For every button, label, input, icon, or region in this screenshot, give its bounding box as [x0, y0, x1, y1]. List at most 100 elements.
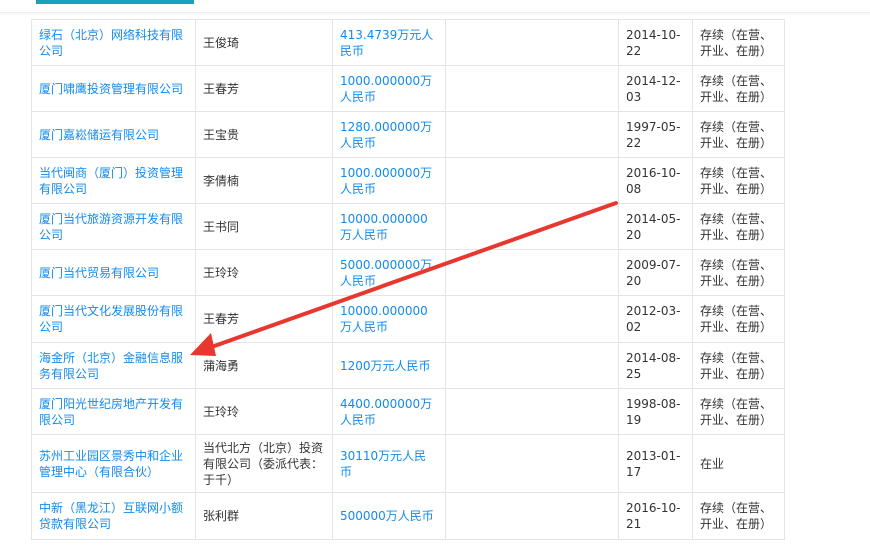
establish-date: 2013-01-17	[626, 448, 681, 479]
registered-capital: 1000.000000万人民币	[340, 165, 433, 196]
registered-capital-cell: 4400.000000万人民币	[332, 388, 446, 435]
establish-date: 2014-12-03	[626, 73, 681, 104]
registered-capital: 413.4739万元人民币	[340, 27, 434, 58]
business-status: 存续（在营、开业、在册）	[700, 396, 773, 427]
investment-table-body: 绿石（北京）网络科技有限公司 王俊琦 413.4739万元人民币 2014-10-22…	[31, 19, 785, 540]
establish-date: 2014-08-25	[626, 350, 681, 381]
establish-date-cell: 1998-08-19	[618, 388, 693, 435]
company-name-link[interactable]: 中新（黑龙江）互联网小额贷款有限公司	[39, 501, 183, 531]
business-status: 存续（在营、开业、在册）	[700, 211, 773, 242]
business-status-cell: 存续（在营、开业、在册）	[692, 342, 785, 389]
legal-representative-cell: 王玲玲	[195, 249, 333, 296]
company-name-link[interactable]: 厦门当代贸易有限公司	[39, 266, 159, 280]
registered-capital-cell: 1000.000000万人民币	[332, 157, 446, 204]
establish-date-cell: 2014-12-03	[618, 65, 693, 112]
establish-date-cell: 1997-05-22	[618, 111, 693, 158]
establish-date-cell: 2014-05-20	[618, 203, 693, 250]
legal-representative: 王春芳	[203, 81, 240, 96]
legal-representative-cell: 张利群	[195, 492, 333, 540]
company-name-link-cell: 厦门啸鹰投资管理有限公司	[31, 65, 196, 112]
registered-capital-cell: 413.4739万元人民币	[332, 19, 446, 66]
business-status: 存续（在营、开业、在册）	[700, 350, 773, 381]
registered-capital-cell: 30110万元人民币	[332, 434, 446, 493]
table-row: 当代闽商（厦门）投资管理有限公司 李倩楠 1000.000000万人民币 2016-1…	[31, 157, 785, 204]
registered-capital-cell: 1200万元人民币	[332, 342, 446, 389]
registered-capital: 1000.000000万人民币	[340, 73, 433, 104]
establish-date: 2016-10-21	[626, 501, 681, 531]
legal-representative: 蒲海勇	[203, 358, 240, 373]
company-name-link-cell: 当代闽商（厦门）投资管理有限公司	[31, 157, 196, 204]
business-status-cell: 存续（在营、开业、在册）	[692, 249, 785, 296]
business-status: 存续（在营、开业、在册）	[700, 501, 773, 531]
company-name-link[interactable]: 厦门啸鹰投资管理有限公司	[39, 82, 183, 96]
company-name-link-cell: 海金所（北京）金融信息服务有限公司	[31, 342, 196, 389]
registered-capital-cell: 1000.000000万人民币	[332, 65, 446, 112]
legal-representative: 王玲玲	[203, 404, 240, 419]
legal-representative-cell: 王宝贵	[195, 111, 333, 158]
establish-date-cell: 2014-10-22	[618, 19, 693, 66]
legal-representative: 李倩楠	[203, 173, 240, 188]
top-navigation-bar	[0, 0, 870, 13]
legal-representative: 王玲玲	[203, 265, 240, 280]
empty-cell-cell	[445, 157, 619, 204]
company-name-link[interactable]: 厦门嘉崧储运有限公司	[39, 128, 159, 142]
legal-representative: 王俊琦	[203, 35, 240, 50]
table-row: 海金所（北京）金融信息服务有限公司 蒲海勇 1200万元人民币 2014-08-25 存…	[31, 342, 785, 389]
empty-cell-cell	[445, 111, 619, 158]
table-row: 苏州工业园区景秀中和企业管理中心（有限合伙） 当代北方（北京）投资有限公司（委派代…	[31, 434, 785, 493]
establish-date-cell: 2014-08-25	[618, 342, 693, 389]
empty-cell-cell	[445, 388, 619, 435]
establish-date-cell: 2012-03-02	[618, 295, 693, 343]
legal-representative-cell: 王俊琦	[195, 19, 333, 66]
registered-capital-cell: 10000.000000万人民币	[332, 295, 446, 343]
establish-date: 2009-07-20	[626, 257, 681, 288]
company-name-link[interactable]: 当代闽商（厦门）投资管理有限公司	[39, 166, 183, 196]
table-row: 厦门嘉崧储运有限公司 王宝贵 1280.000000万人民币 1997-05-22 存续…	[31, 111, 785, 158]
registered-capital-cell: 1280.000000万人民币	[332, 111, 446, 158]
registered-capital: 1200万元人民币	[340, 358, 431, 373]
legal-representative-cell: 李倩楠	[195, 157, 333, 204]
registered-capital: 500000万人民币	[340, 509, 434, 523]
table-row: 中新（黑龙江）互联网小额贷款有限公司 张利群 500000万人民币 2016-10-2…	[31, 492, 785, 540]
company-name-link[interactable]: 厦门当代文化发展股份有限公司	[39, 304, 183, 334]
company-name-link-cell: 厦门当代文化发展股份有限公司	[31, 295, 196, 343]
establish-date-cell: 2016-10-21	[618, 492, 693, 540]
registered-capital-cell: 5000.000000万人民币	[332, 249, 446, 296]
legal-representative: 王书同	[203, 219, 240, 234]
investment-table: 绿石（北京）网络科技有限公司 王俊琦 413.4739万元人民币 2014-10-22…	[31, 19, 785, 540]
establish-date: 2016-10-08	[626, 165, 681, 196]
registered-capital: 10000.000000万人民币	[340, 211, 428, 242]
table-row: 厦门当代旅游资源开发有限公司 王书同 10000.000000万人民币 2014-05…	[31, 203, 785, 250]
legal-representative-cell: 蒲海勇	[195, 342, 333, 389]
business-status: 存续（在营、开业、在册）	[700, 73, 773, 104]
company-name-link[interactable]: 厦门当代旅游资源开发有限公司	[39, 212, 183, 242]
registered-capital: 5000.000000万人民币	[340, 257, 433, 288]
registered-capital: 1280.000000万人民币	[340, 119, 433, 150]
legal-representative-cell: 当代北方（北京）投资有限公司（委派代表：于千）	[195, 434, 333, 493]
empty-cell-cell	[445, 434, 619, 493]
registered-capital: 4400.000000万人民币	[340, 396, 433, 427]
business-status-cell: 存续（在营、开业、在册）	[692, 111, 785, 158]
company-name-link[interactable]: 苏州工业园区景秀中和企业管理中心（有限合伙）	[39, 449, 183, 479]
empty-cell-cell	[445, 295, 619, 343]
business-status: 存续（在营、开业、在册）	[700, 257, 773, 288]
registered-capital-cell: 10000.000000万人民币	[332, 203, 446, 250]
company-name-link-cell: 厦门嘉崧储运有限公司	[31, 111, 196, 158]
establish-date: 2012-03-02	[626, 304, 681, 334]
company-name-link-cell: 苏州工业园区景秀中和企业管理中心（有限合伙）	[31, 434, 196, 493]
establish-date: 1998-08-19	[626, 396, 681, 427]
company-name-link-cell: 厦门当代旅游资源开发有限公司	[31, 203, 196, 250]
table-row: 绿石（北京）网络科技有限公司 王俊琦 413.4739万元人民币 2014-10-22…	[31, 19, 785, 66]
company-name-link-cell: 厦门阳光世纪房地产开发有限公司	[31, 388, 196, 435]
company-name-link[interactable]: 绿石（北京）网络科技有限公司	[39, 28, 183, 58]
legal-representative-cell: 王春芳	[195, 295, 333, 343]
company-name-link[interactable]: 海金所（北京）金融信息服务有限公司	[39, 351, 183, 381]
business-status-cell: 存续（在营、开业、在册）	[692, 65, 785, 112]
legal-representative-cell: 王玲玲	[195, 388, 333, 435]
company-name-link-cell: 绿石（北京）网络科技有限公司	[31, 19, 196, 66]
registered-capital-cell: 500000万人民币	[332, 492, 446, 540]
business-status-cell: 存续（在营、开业、在册）	[692, 492, 785, 540]
business-status-cell: 存续（在营、开业、在册）	[692, 19, 785, 66]
empty-cell-cell	[445, 492, 619, 540]
company-name-link[interactable]: 厦门阳光世纪房地产开发有限公司	[39, 397, 183, 427]
